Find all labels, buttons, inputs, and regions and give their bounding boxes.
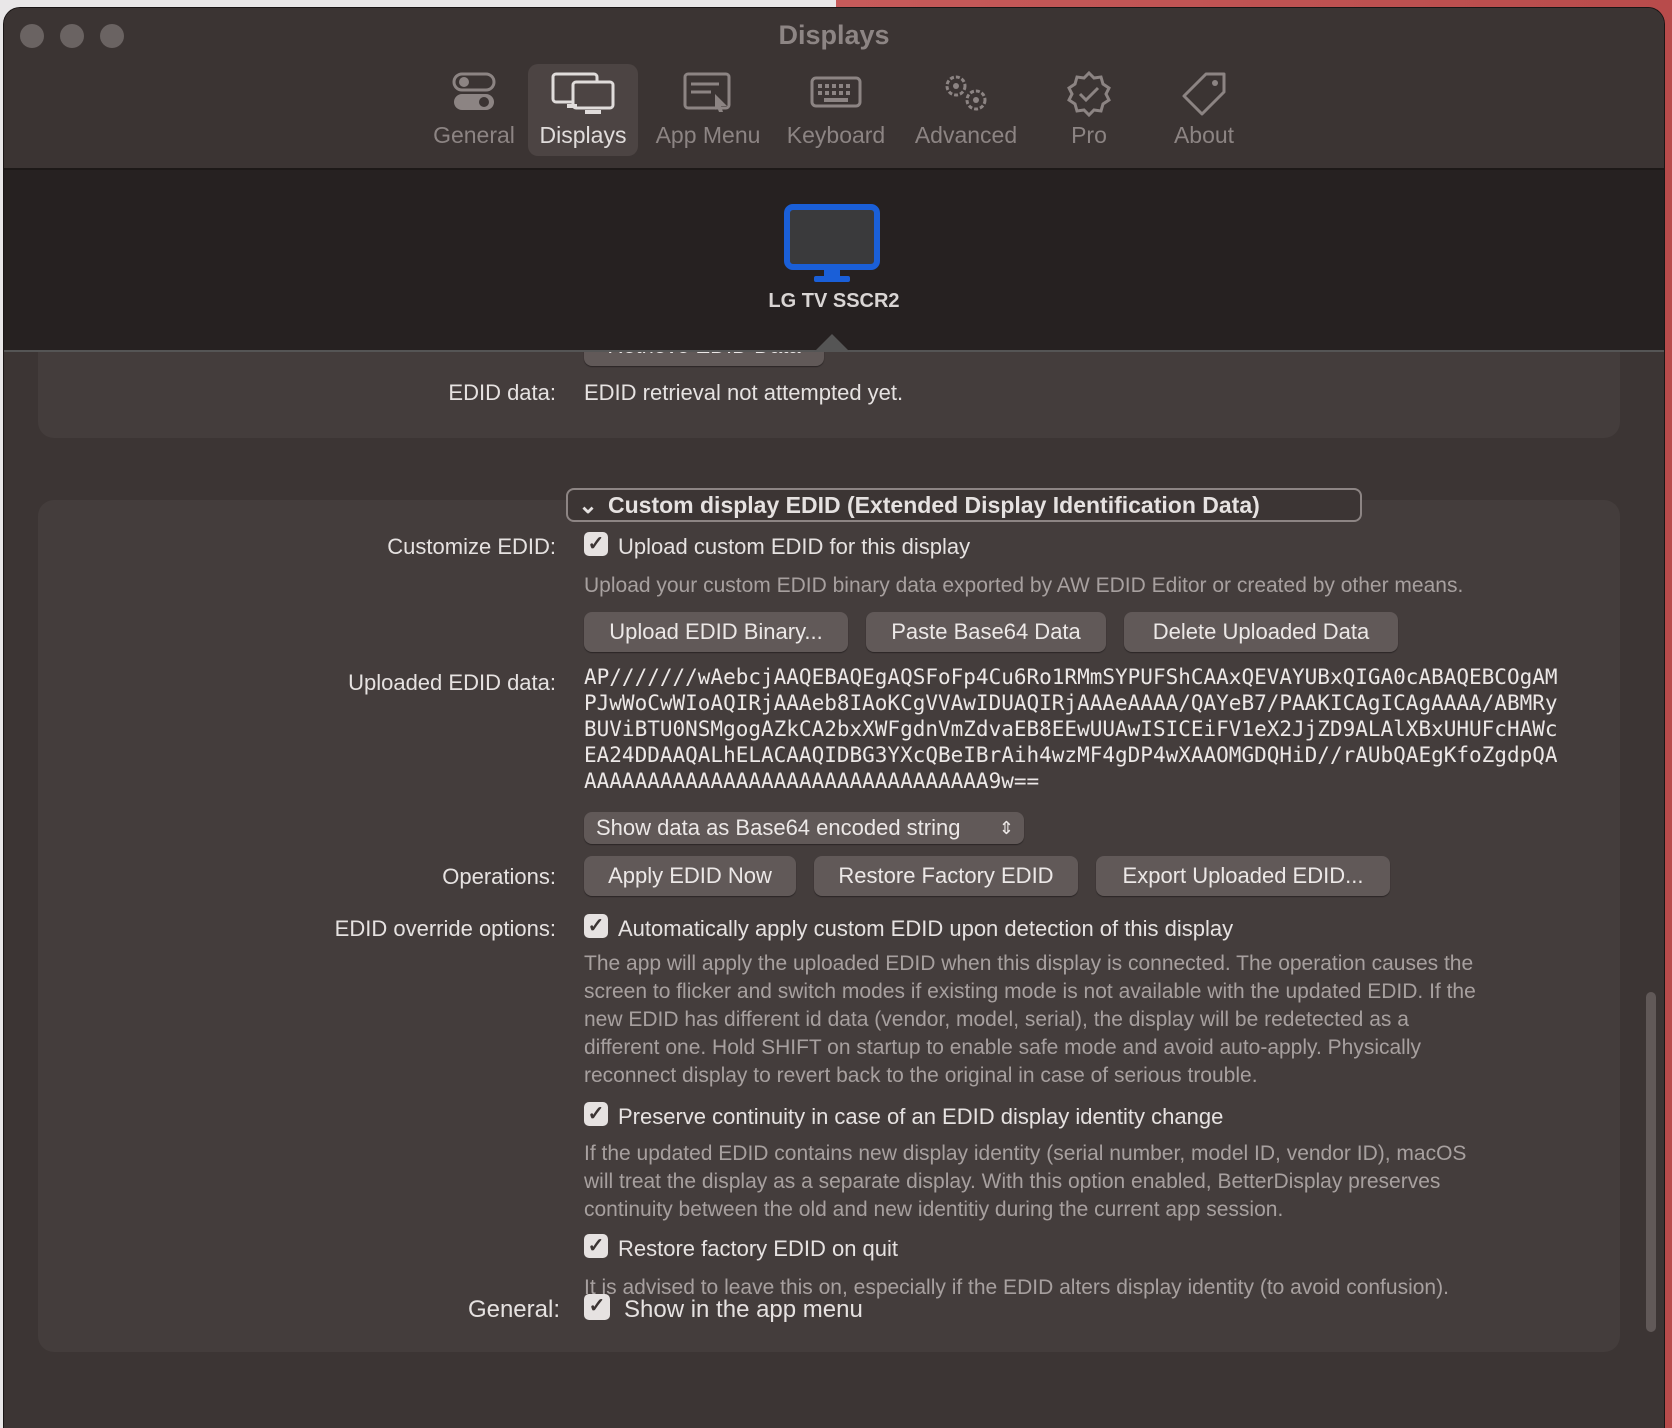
custom-edid-box: ⌄ Custom display EDID (Extended Display I… — [38, 488, 1620, 1352]
general-label: General: — [467, 1296, 560, 1323]
edid-line: AAAAAAAAAAAAAAAAAAAAAAAAAAAAAAAA9w== — [584, 769, 1040, 793]
titlebar: Displays General Displays App Menu Keybo… — [4, 8, 1664, 170]
edid-line: AP///////wAebcjAAQEBAQEgAQSFoFp4Cu6Ro1RM… — [584, 665, 1558, 689]
preserve-continuity-checkbox[interactable]: ✓ — [584, 1102, 608, 1126]
custom-edid-disclosure[interactable]: ⌄ Custom display EDID (Extended Display I… — [566, 488, 1362, 522]
keyboard-icon — [776, 70, 896, 122]
vertical-scrollbar[interactable] — [1646, 992, 1656, 1332]
gears-icon — [904, 70, 1028, 122]
customize-edid-label: Customize EDID: — [387, 534, 556, 559]
preferences-window: Displays General Displays App Menu Keybo… — [4, 8, 1664, 1428]
custom-edid-title: Custom display EDID (Extended Display Id… — [608, 492, 1260, 518]
app-menu-icon — [648, 70, 768, 122]
settings-content: Retrieve EDID Data EDID data: EDID retri… — [4, 352, 1664, 1428]
data-format-select[interactable]: Show data as Base64 encoded string ⇕ — [584, 812, 1024, 844]
tab-app-menu[interactable]: App Menu — [648, 64, 768, 156]
restore-on-quit-checkbox[interactable]: ✓ — [584, 1234, 608, 1258]
monitor-icon[interactable] — [784, 204, 880, 289]
tab-pro-label: Pro — [1071, 122, 1107, 148]
restore-on-quit-label: Restore factory EDID on quit — [618, 1236, 899, 1261]
window-title: Displays — [778, 20, 890, 50]
preserve-continuity-label: Preserve continuity in case of an EDID d… — [618, 1104, 1224, 1129]
updown-chevron-icon: ⇕ — [998, 818, 1014, 838]
uploaded-edid-data[interactable]: AP///////wAebcjAAQEBAQEgAQSFoFp4Cu6Ro1RM… — [584, 664, 1604, 794]
show-in-app-menu-label: Show in the app menu — [624, 1296, 863, 1323]
edid-line: PJwWoCwWIoAQIRjAAAeb8IAoKCgVVAwIDUAQIRjA… — [584, 691, 1558, 715]
tab-about[interactable]: About — [1154, 64, 1254, 156]
apply-edid-now-button[interactable]: Apply EDID Now — [584, 856, 796, 896]
tab-displays[interactable]: Displays — [528, 64, 638, 156]
upload-edid-binary-button[interactable]: Upload EDID Binary... — [584, 612, 848, 652]
delete-uploaded-data-button[interactable]: Delete Uploaded Data — [1124, 612, 1398, 652]
edid-data-value: EDID retrieval not attempted yet. — [584, 380, 904, 405]
override-options-label: EDID override options: — [334, 916, 556, 941]
auto-apply-checkbox[interactable]: ✓ — [584, 914, 608, 938]
auto-apply-description: The app will apply the uploaded EDID whe… — [584, 952, 1476, 1087]
display-selector: LG TV SSCR2 — [4, 170, 1664, 352]
upload-custom-edid-checkbox[interactable]: ✓ — [584, 532, 608, 556]
tab-general[interactable]: General — [424, 64, 524, 156]
tab-pro[interactable]: Pro — [1044, 64, 1134, 156]
display-name: LG TV SSCR2 — [768, 290, 900, 312]
tab-advanced[interactable]: Advanced — [904, 64, 1028, 156]
operations-label: Operations: — [442, 864, 556, 889]
show-in-app-menu-checkbox[interactable]: ✓ — [584, 1294, 610, 1320]
edid-retrieval-box: Retrieve EDID Data EDID data: EDID retri… — [38, 352, 1620, 438]
tab-app-menu-label: App Menu — [655, 122, 761, 148]
restore-factory-edid-button[interactable]: Restore Factory EDID — [814, 856, 1078, 896]
edid-data-label: EDID data: — [448, 380, 556, 405]
tab-advanced-label: Advanced — [914, 122, 1018, 148]
export-uploaded-edid-button[interactable]: Export Uploaded EDID... — [1096, 856, 1390, 896]
paste-base64-button[interactable]: Paste Base64 Data — [866, 612, 1106, 652]
seal-check-icon — [1044, 70, 1134, 122]
toggle-icon — [424, 70, 524, 122]
edid-line: EA24DDAAQALhELACAAQIDBG3YXcQBeIBrAih4wzM… — [584, 743, 1558, 767]
displays-icon — [528, 70, 638, 122]
upload-custom-edid-label: Upload custom EDID for this display — [618, 534, 971, 559]
retrieve-edid-button[interactable]: Retrieve EDID Data — [584, 352, 824, 366]
customize-edid-description: Upload your custom EDID binary data expo… — [584, 574, 1464, 597]
auto-apply-label: Automatically apply custom EDID upon det… — [618, 916, 1234, 941]
preserve-continuity-description: If the updated EDID contains new display… — [584, 1142, 1467, 1221]
selection-pointer — [814, 334, 850, 352]
tab-keyboard[interactable]: Keyboard — [776, 64, 896, 156]
chevron-down-icon: ⌄ — [578, 492, 598, 518]
tab-keyboard-label: Keyboard — [786, 122, 886, 148]
data-format-value: Show data as Base64 encoded string — [596, 815, 961, 840]
edid-line: BUViBTU0NSMgogAZkCA2bxXWFgdnVmZdvaEB8EEw… — [584, 717, 1558, 741]
tab-displays-label: Displays — [539, 122, 627, 148]
tab-about-label: About — [1173, 122, 1235, 148]
tab-general-label: General — [433, 122, 515, 148]
tag-icon — [1154, 70, 1254, 122]
uploaded-edid-label: Uploaded EDID data: — [348, 670, 556, 695]
